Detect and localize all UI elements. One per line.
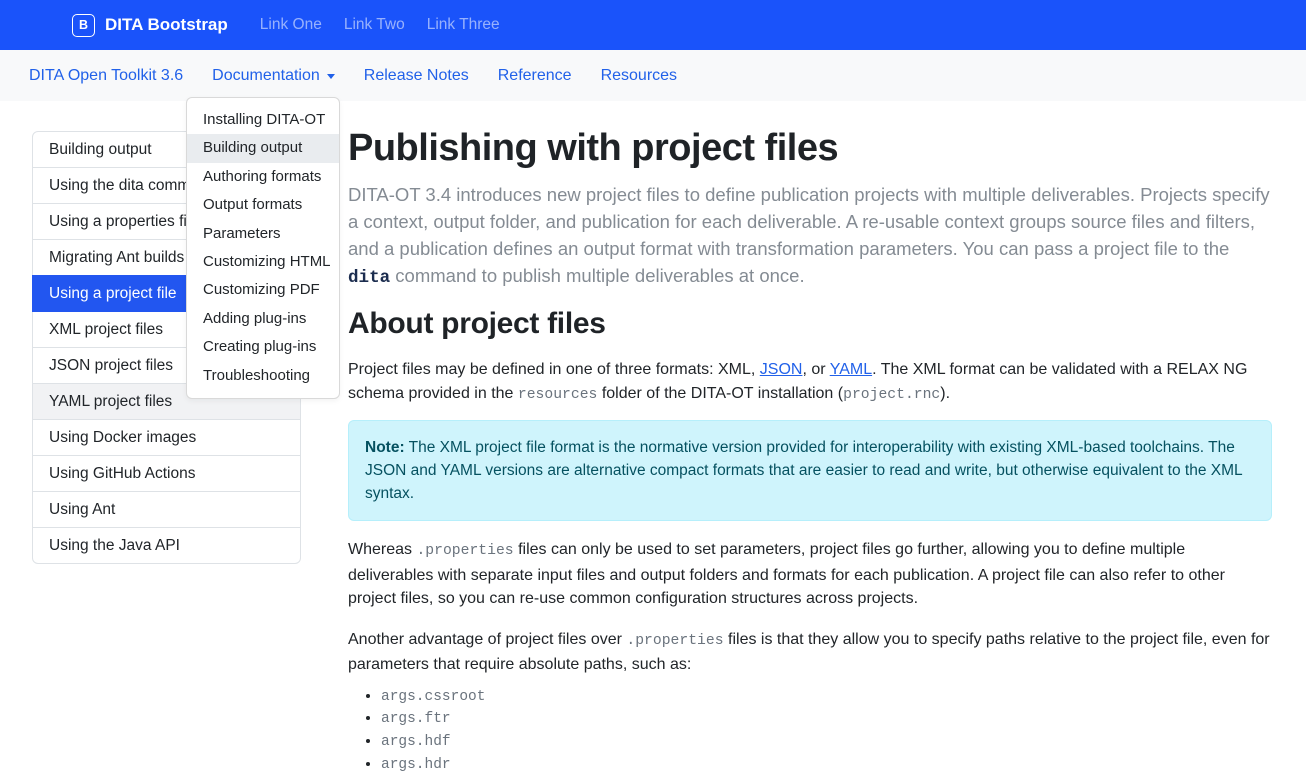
bootstrap-b-icon: B — [72, 14, 95, 37]
dropdown-item-creating-plug-ins[interactable]: Creating plug-ins — [187, 333, 339, 361]
dropdown-item-parameters[interactable]: Parameters — [187, 220, 339, 248]
docnav-item-dita-open-toolkit-3-6[interactable]: DITA Open Toolkit 3.6 — [29, 67, 183, 85]
navbar-link-link-one[interactable]: Link One — [249, 8, 333, 42]
navbar-link-link-two[interactable]: Link Two — [333, 8, 416, 42]
inline-link[interactable]: YAML — [830, 361, 872, 378]
text-run: folder of the DITA-OT installation ( — [597, 385, 843, 402]
sidebar-item-using-docker-images[interactable]: Using Docker images — [32, 419, 301, 456]
top-navbar: B DITA Bootstrap Link OneLink TwoLink Th… — [0, 0, 1306, 50]
dropdown-item-customizing-pdf[interactable]: Customizing PDF — [187, 276, 339, 304]
note-callout: Note: The XML project file format is the… — [348, 420, 1272, 521]
docnav-item-resources[interactable]: Resources — [601, 67, 677, 85]
text-run: Whereas — [348, 541, 416, 558]
parameter-list-item: args.hdf — [381, 731, 1272, 754]
inline-command: dita — [348, 268, 390, 288]
inline-link[interactable]: JSON — [760, 361, 803, 378]
dropdown-item-installing-dita-ot[interactable]: Installing DITA-OT — [187, 106, 339, 134]
parameter-list-item: args.hdr — [381, 754, 1272, 777]
text-run: DITA-OT 3.4 introduces new project files… — [348, 184, 1270, 259]
text-run: command to publish multiple deliverables… — [390, 265, 804, 286]
page-title: Publishing with project files — [348, 127, 1272, 170]
dropdown-item-authoring-formats[interactable]: Authoring formats — [187, 163, 339, 191]
sidebar-item-using-github-actions[interactable]: Using GitHub Actions — [32, 455, 301, 492]
note-label: Note: — [365, 439, 405, 456]
navbar-link-link-three[interactable]: Link Three — [416, 8, 511, 42]
top-nav-links: Link OneLink TwoLink Three — [249, 8, 511, 42]
intro-paragraph: Project files may be defined in one of t… — [348, 358, 1272, 407]
inline-code: .properties — [416, 543, 513, 559]
paragraph: Another advantage of project files over … — [348, 628, 1272, 677]
caret-down-icon — [327, 74, 335, 79]
lead-paragraph: DITA-OT 3.4 introduces new project files… — [348, 181, 1272, 292]
inline-code: .properties — [626, 633, 723, 649]
parameter-list-item: args.cssroot — [381, 686, 1272, 709]
section-heading: About project files — [348, 307, 1272, 341]
parameter-code: args.ftr — [381, 711, 451, 727]
dropdown-item-customizing-html[interactable]: Customizing HTML — [187, 248, 339, 276]
dropdown-item-output-formats[interactable]: Output formats — [187, 191, 339, 219]
documentation-dropdown-menu: Installing DITA-OTBuilding outputAuthori… — [186, 97, 340, 399]
text-run: ). — [940, 385, 950, 402]
dropdown-item-troubleshooting[interactable]: Troubleshooting — [187, 362, 339, 390]
dropdown-item-building-output[interactable]: Building output — [187, 134, 339, 162]
brand-link[interactable]: B DITA Bootstrap — [72, 14, 228, 37]
text-run: , or — [802, 361, 829, 378]
docnav-item-release-notes[interactable]: Release Notes — [364, 67, 469, 85]
docnav-item-reference[interactable]: Reference — [498, 67, 572, 85]
parameter-code: args.hdf — [381, 734, 451, 750]
docnav-item-documentation[interactable]: Documentation — [212, 67, 335, 85]
parameter-code: args.cssroot — [381, 689, 485, 705]
dropdown-item-adding-plug-ins[interactable]: Adding plug-ins — [187, 305, 339, 333]
parameter-list: args.cssroot args.ftr args.hdf args.hdr — [348, 686, 1272, 777]
text-run: Another advantage of project files over — [348, 631, 626, 648]
sidebar-item-using-ant[interactable]: Using Ant — [32, 491, 301, 528]
parameter-code: args.hdr — [381, 757, 451, 773]
text-run: Project files may be defined in one of t… — [348, 361, 760, 378]
inline-code: resources — [518, 387, 598, 403]
brand-label: DITA Bootstrap — [105, 15, 228, 35]
doc-navbar: DITA Open Toolkit 3.6 Documentation Releas… — [0, 50, 1306, 101]
sidebar-item-using-the-java-api[interactable]: Using the Java API — [32, 527, 301, 564]
main-content: Publishing with project files DITA-OT 3.… — [348, 127, 1272, 777]
inline-code: project.rnc — [843, 387, 940, 403]
paragraph: Whereas .properties files can only be us… — [348, 538, 1272, 611]
text-run: The XML project file format is the norma… — [365, 439, 1242, 502]
